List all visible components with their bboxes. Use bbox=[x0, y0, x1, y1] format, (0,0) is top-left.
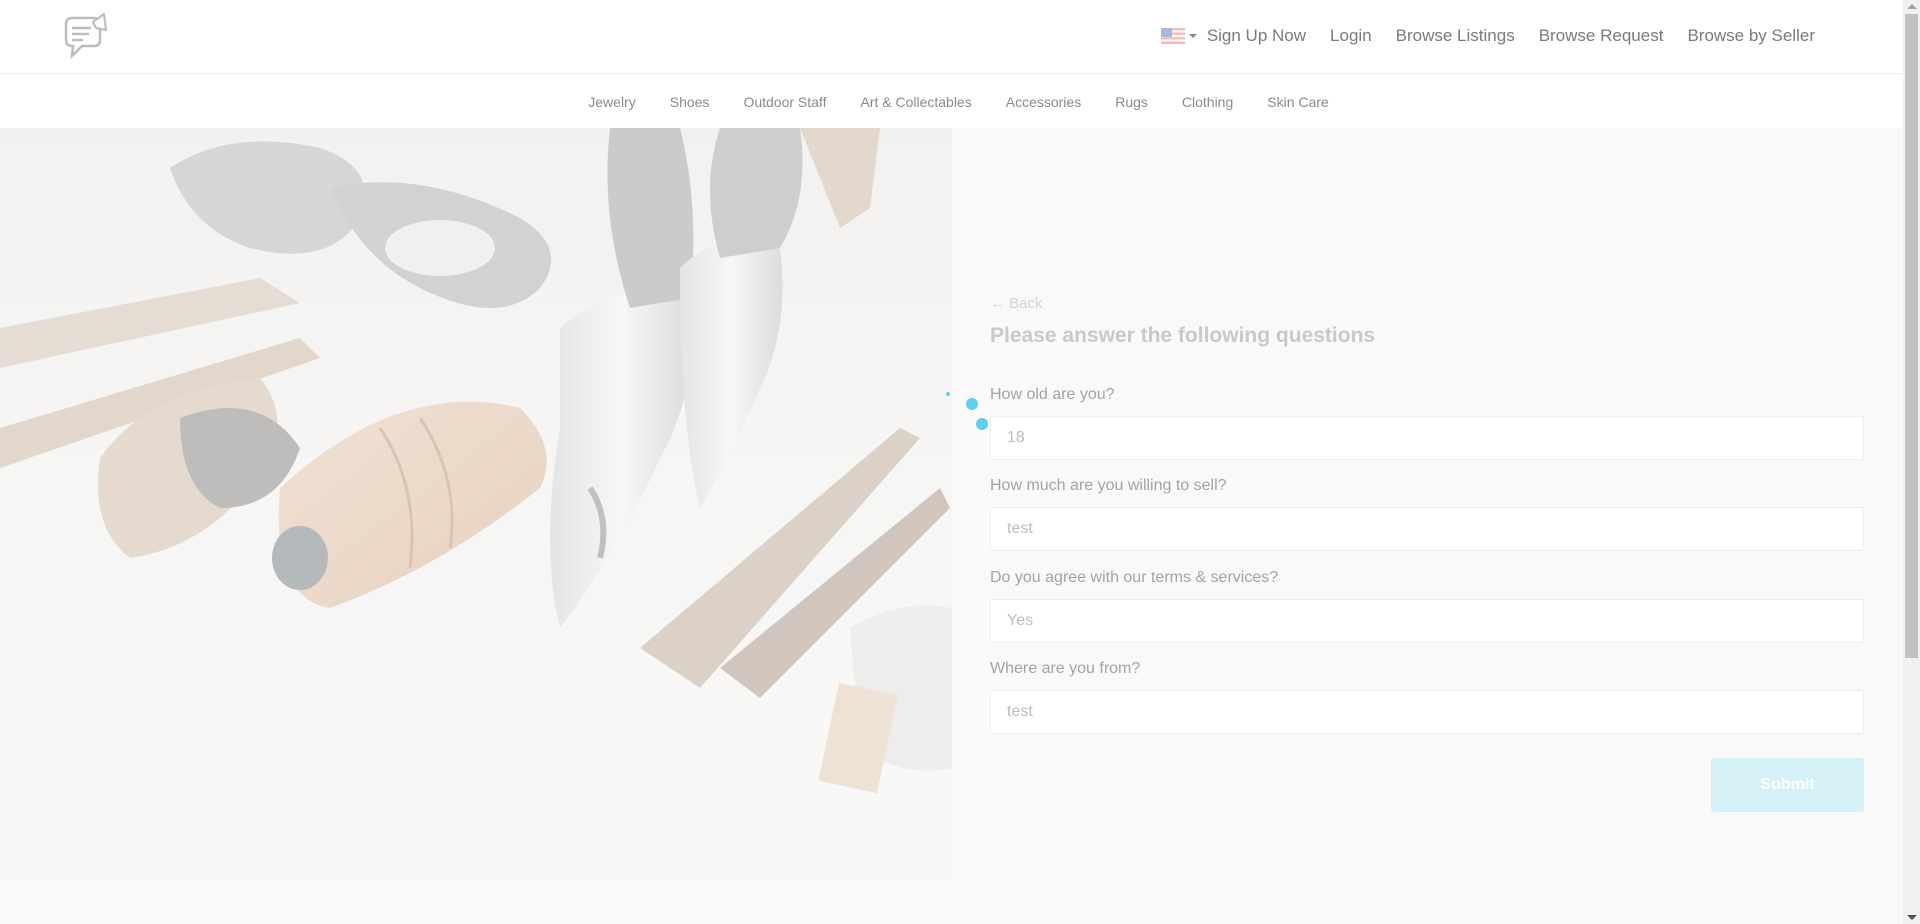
scroll-thumb[interactable] bbox=[1905, 14, 1918, 658]
top-navbar: Sign Up Now Login Browse Listings Browse… bbox=[0, 0, 1903, 74]
price-field[interactable]: test bbox=[990, 507, 1864, 551]
logo-icon[interactable] bbox=[60, 10, 112, 62]
category-clothing[interactable]: Clothing bbox=[1182, 94, 1233, 110]
spinner-dot bbox=[976, 418, 988, 430]
form-title: Please answer the following questions bbox=[990, 324, 1376, 347]
nav-browse-listings[interactable]: Browse Listings bbox=[1396, 26, 1515, 46]
nav-browse-request[interactable]: Browse Request bbox=[1539, 26, 1664, 46]
us-flag-icon bbox=[1160, 28, 1185, 44]
nav-sign-up[interactable]: Sign Up Now bbox=[1207, 26, 1306, 46]
category-accessories[interactable]: Accessories bbox=[1006, 94, 1081, 110]
origin-field[interactable]: test bbox=[990, 690, 1864, 734]
spinner-dot bbox=[966, 398, 978, 410]
category-jewelry[interactable]: Jewelry bbox=[588, 94, 635, 110]
arrow-left-icon: ← bbox=[990, 295, 1005, 312]
language-selector[interactable] bbox=[1160, 28, 1197, 44]
category-art-collectables[interactable]: Art & Collectables bbox=[860, 94, 971, 110]
question-label-price: How much are you willing to sell? bbox=[990, 477, 1227, 494]
category-rugs[interactable]: Rugs bbox=[1115, 94, 1148, 110]
category-shoes[interactable]: Shoes bbox=[670, 94, 710, 110]
top-nav: Sign Up Now Login Browse Listings Browse… bbox=[1160, 24, 1815, 48]
nav-browse-by-seller[interactable]: Browse by Seller bbox=[1687, 26, 1815, 46]
question-label-origin: Where are you from? bbox=[990, 660, 1141, 677]
spinner-dot bbox=[946, 392, 950, 396]
chevron-down-icon bbox=[1188, 34, 1197, 38]
question-panel: ← Back Please answer the following quest… bbox=[952, 128, 1903, 924]
back-link[interactable]: ← Back bbox=[990, 295, 1042, 312]
submit-button[interactable]: Submit bbox=[1711, 758, 1864, 812]
category-skin-care[interactable]: Skin Care bbox=[1267, 94, 1328, 110]
scroll-up-icon[interactable] bbox=[1907, 4, 1917, 9]
page-scrollbar[interactable] bbox=[1903, 0, 1920, 924]
terms-field[interactable]: Yes bbox=[990, 599, 1864, 643]
age-field[interactable]: 18 bbox=[990, 416, 1864, 460]
question-label-age: How old are you? bbox=[990, 386, 1115, 403]
question-label-terms: Do you agree with our terms & services? bbox=[990, 569, 1279, 586]
spinner-icon bbox=[946, 390, 988, 438]
hero-image bbox=[0, 128, 952, 924]
back-label: Back bbox=[1009, 295, 1043, 312]
nav-login[interactable]: Login bbox=[1330, 26, 1372, 46]
scroll-down-icon[interactable] bbox=[1907, 915, 1917, 920]
page: Sign Up Now Login Browse Listings Browse… bbox=[0, 0, 1903, 924]
category-nav: Jewelry Shoes Outdoor Staff Art & Collec… bbox=[0, 75, 1903, 128]
category-outdoor-staff[interactable]: Outdoor Staff bbox=[743, 94, 826, 110]
